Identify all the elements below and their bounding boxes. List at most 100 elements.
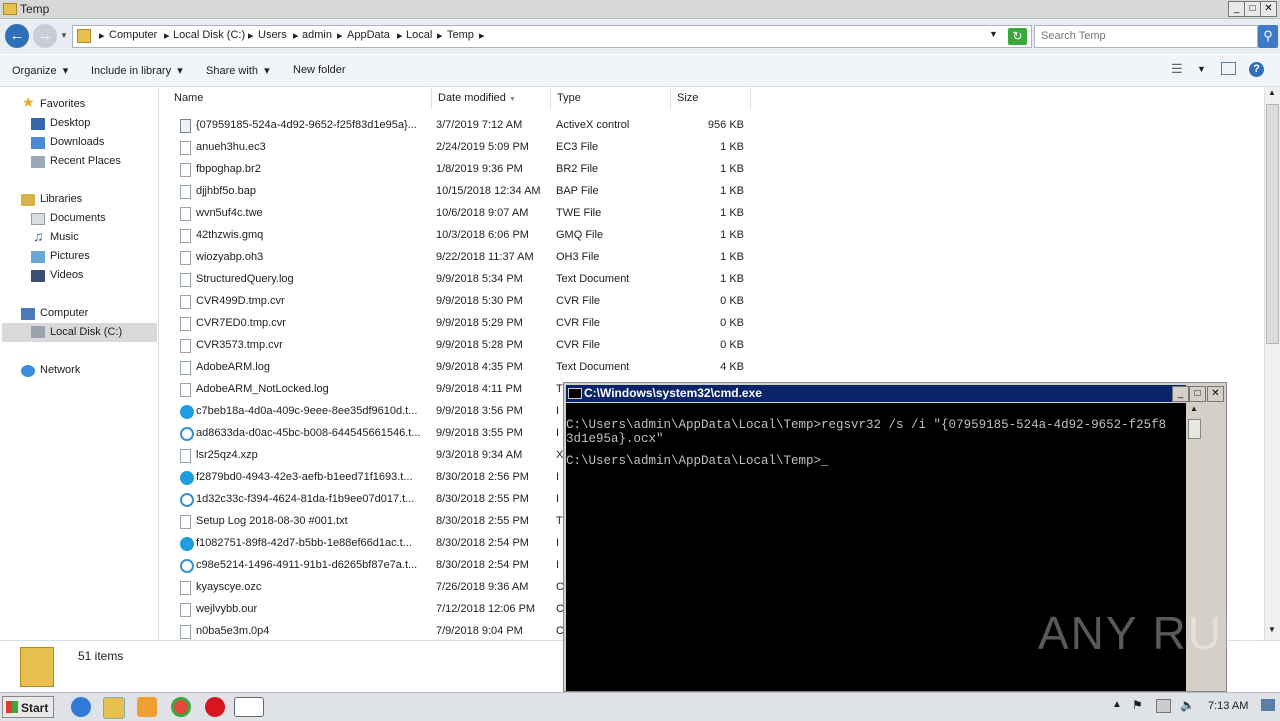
cmd-scroll-up-icon[interactable]: ▲ [1190,404,1198,413]
edge-file-icon [180,493,194,507]
cmd-taskbar-icon[interactable] [234,697,264,717]
flag-icon[interactable]: ⚑ [1132,698,1143,712]
cmd-scrollbar-thumb[interactable] [1188,419,1201,439]
media-player-icon[interactable] [137,697,157,717]
table-row[interactable]: wvn5uf4c.twe 10/6/2018 9:07 AM TWE File 1 K… [160,203,760,225]
cmd-minimize-button[interactable]: _ [1172,386,1189,402]
breadcrumb-temp[interactable]: Temp [447,29,474,41]
include-in-library-button[interactable]: Include in library ▾ [91,64,183,77]
breadcrumb-admin[interactable]: admin [302,29,332,41]
table-row[interactable]: CVR499D.tmp.cvr 9/9/2018 5:30 PM CVR File 0… [160,291,760,313]
share-with-button[interactable]: Share with ▾ [206,64,270,77]
breadcrumb-appdata[interactable]: AppData [347,29,390,41]
clock[interactable]: 7:13 AM [1208,700,1248,712]
scrollbar-thumb[interactable] [1266,104,1279,344]
show-desktop-icon[interactable] [1261,699,1275,711]
cmd-blank-line [566,446,1186,454]
nav-favorites[interactable]: Favorites [40,98,85,110]
nav-videos[interactable]: Videos [50,269,83,281]
file-name: StructuredQuery.log [196,273,294,285]
network-tray-icon[interactable] [1156,699,1171,713]
breadcrumb-users[interactable]: Users [258,29,287,41]
address-dropdown-icon[interactable]: ▼ [989,29,998,39]
nav-downloads[interactable]: Downloads [50,136,104,148]
close-button[interactable]: ✕ [1260,1,1277,17]
volume-icon[interactable]: 🔈 [1180,698,1195,712]
nav-documents[interactable]: Documents [50,212,106,224]
table-row[interactable]: AdobeARM.log 9/9/2018 4:35 PM Text Documen… [160,357,760,379]
file-explorer-icon[interactable] [103,697,125,719]
table-row[interactable]: wiozyabp.oh3 9/22/2018 11:37 AM OH3 File 1 … [160,247,760,269]
new-folder-button[interactable]: New folder [293,64,346,76]
taskbar: Start ▲ ⚑ 🔈 7:13 AM [0,692,1280,721]
tray-expand-icon[interactable]: ▲ [1112,699,1122,710]
file-list-scrollbar[interactable]: ▲ ▼ [1264,87,1280,640]
nav-music[interactable]: Music [50,231,79,243]
file-type: TWE File [556,207,602,219]
refresh-icon[interactable]: ↻ [1008,28,1027,45]
table-row[interactable]: djjhbf5o.bap 10/15/2018 12:34 AM BAP File 1… [160,181,760,203]
file-date: 10/6/2018 9:07 AM [436,207,529,219]
forward-arrow-icon[interactable]: → [33,24,57,48]
search-input[interactable] [1035,26,1241,45]
cmd-maximize-button[interactable]: □ [1189,386,1206,402]
file-date: 9/9/2018 5:28 PM [436,339,523,351]
minimize-button[interactable]: _ [1228,1,1245,17]
table-row[interactable]: CVR7ED0.tmp.cvr 9/9/2018 5:29 PM CVR File 0… [160,313,760,335]
chrome-icon[interactable] [171,697,191,717]
scroll-down-icon[interactable]: ▼ [1268,625,1276,634]
table-row[interactable]: StructuredQuery.log 9/9/2018 5:34 PM Text … [160,269,760,291]
skype-file-icon [180,471,194,485]
nav-libraries[interactable]: Libraries [40,193,82,205]
start-button[interactable]: Start [2,696,54,718]
file-date: 8/30/2018 2:56 PM [436,471,529,483]
nav-pictures[interactable]: Pictures [50,250,90,262]
column-header-size[interactable]: Size [671,87,751,109]
table-row[interactable]: anueh3hu.ec3 2/24/2019 5:09 PM EC3 File 1 K… [160,137,760,159]
cmd-line-2: 3d1e95a}.ocx" [566,432,664,446]
recent-pages-chevron-icon[interactable]: ▼ [60,31,68,40]
nav-network[interactable]: Network [40,364,80,376]
include-label: Include in library [91,65,172,77]
opera-icon[interactable] [205,697,225,717]
organize-button[interactable]: Organize ▾ [12,64,68,77]
nav-desktop[interactable]: Desktop [50,117,90,129]
table-row[interactable]: {07959185-524a-4d92-9652-f25f83d1e95a}..… [160,115,760,137]
file-name: CVR7ED0.tmp.cvr [196,317,286,329]
file-size: 1 KB [720,141,744,153]
preview-pane-icon[interactable] [1221,62,1236,75]
edge-file-icon [180,559,194,573]
file-date: 9/9/2018 3:55 PM [436,427,523,439]
cmd-close-button[interactable]: ✕ [1207,386,1224,402]
internet-explorer-icon[interactable] [71,697,91,717]
table-row[interactable]: CVR3573.tmp.cvr 9/9/2018 5:28 PM CVR File 0… [160,335,760,357]
file-icon [180,339,191,353]
table-row[interactable]: 42thzwis.gmq 10/3/2018 6:06 PM GMQ File 1 K… [160,225,760,247]
scroll-up-icon[interactable]: ▲ [1268,88,1276,97]
column-header-date[interactable]: Date modified ▼ [432,87,551,109]
search-icon[interactable]: ⚲ [1258,25,1278,48]
file-name: c7beb18a-4d0a-409c-9eee-8ee35df9610d.t..… [196,405,418,417]
search-box[interactable] [1034,25,1258,48]
column-header-type[interactable]: Type [551,87,671,109]
nav-local-disk[interactable]: Local Disk (C:) [50,326,122,338]
maximize-button[interactable]: □ [1244,1,1261,17]
cmd-title-bar[interactable]: C:\Windows\system32\cmd.exe [566,385,1186,402]
view-chevron-down-icon[interactable]: ▼ [1197,64,1206,74]
address-bar[interactable]: ▸ Computer ▸ Local Disk (C:) ▸ Users ▸ a… [72,25,1032,48]
back-arrow-icon[interactable]: ← [5,24,29,48]
nav-local-disk-selected[interactable]: Local Disk (C:) [2,323,157,342]
file-name: Setup Log 2018-08-30 #001.txt [196,515,348,527]
breadcrumb-computer[interactable]: Computer [109,29,157,41]
breadcrumb-local-disk[interactable]: Local Disk (C:) [173,29,245,41]
nav-recent-places[interactable]: Recent Places [50,155,121,167]
navigation-pane: ★ Favorites Desktop Downloads Recent Pla… [0,87,159,640]
column-header-name[interactable]: Name [168,87,432,109]
pictures-icon [31,251,45,263]
nav-computer[interactable]: Computer [40,307,88,319]
file-name: CVR499D.tmp.cvr [196,295,285,307]
table-row[interactable]: fbpoghap.br2 1/8/2019 9:36 PM BR2 File 1 KB [160,159,760,181]
help-icon[interactable]: ? [1249,62,1264,77]
view-options-icon[interactable]: ☰ [1171,61,1183,77]
breadcrumb-local[interactable]: Local [406,29,432,41]
